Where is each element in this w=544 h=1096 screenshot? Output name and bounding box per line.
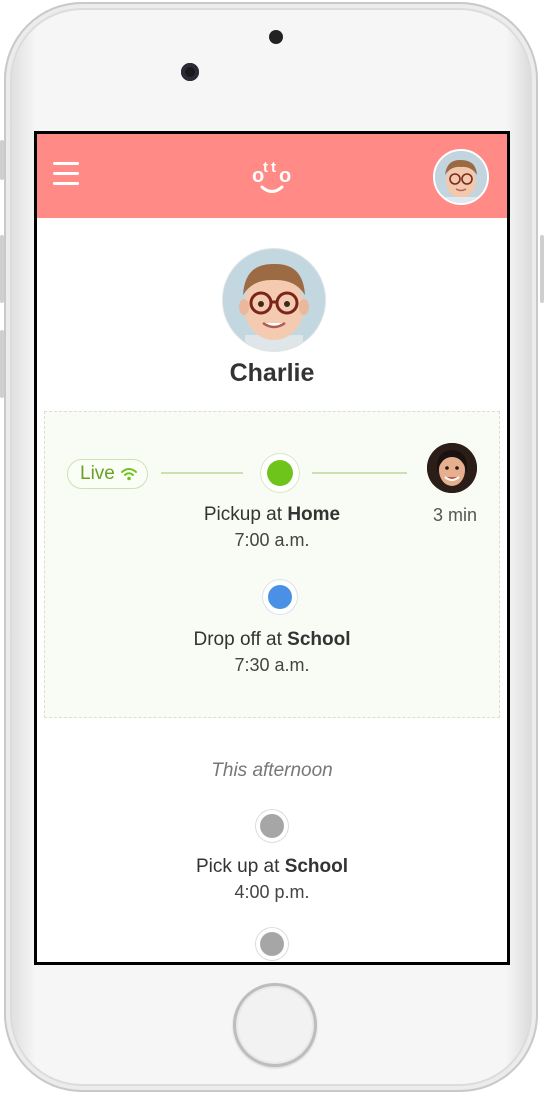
home-button[interactable] xyxy=(233,983,317,1067)
wifi-icon xyxy=(120,468,137,481)
child-name: Charlie xyxy=(229,359,315,387)
route-line xyxy=(312,472,407,474)
current-stop-marker xyxy=(261,454,299,492)
svg-text:t: t xyxy=(271,159,276,176)
stop-place: Home xyxy=(287,504,341,525)
menu-icon[interactable] xyxy=(53,162,81,186)
app-header: o t t o xyxy=(37,134,507,218)
live-badge: Live xyxy=(67,459,148,489)
future-stop-marker xyxy=(256,928,288,960)
camera-icon xyxy=(181,63,199,81)
route-line xyxy=(161,472,243,474)
live-badge-label: Live xyxy=(80,463,115,484)
section-heading: This afternoon xyxy=(211,760,333,781)
stop-prefix: Drop off at xyxy=(193,629,288,650)
stop-prefix: Pickup at xyxy=(203,504,288,525)
stop-title: Drop off at School xyxy=(45,629,499,651)
next-stop-marker xyxy=(263,580,297,614)
user-avatar[interactable] xyxy=(433,149,489,205)
power-button xyxy=(540,235,544,303)
stop-prefix: Pick up at xyxy=(195,856,285,877)
screen: o t t o Charlie Live Pickup at Home 7:00… xyxy=(34,131,510,965)
mute-switch xyxy=(0,140,4,180)
live-trip-card[interactable]: Live Pickup at Home 7:00 a.m. 3 min Drop… xyxy=(44,411,500,718)
otto-logo: o t t o xyxy=(252,159,291,193)
stop-place: School xyxy=(287,629,351,650)
future-stop-marker xyxy=(256,810,288,842)
volume-up-button xyxy=(0,235,4,303)
svg-text:o: o xyxy=(279,165,291,187)
stop-title: Pick up at School xyxy=(37,856,507,878)
stop-place: School xyxy=(284,856,349,877)
stop-time: 4:00 p.m. xyxy=(234,882,310,902)
volume-down-button xyxy=(0,330,4,398)
speaker-icon xyxy=(269,30,283,44)
stop-time: 7:30 a.m. xyxy=(234,655,310,675)
svg-text:t: t xyxy=(263,159,268,176)
driver-avatar[interactable] xyxy=(427,443,477,493)
driver-eta: 3 min xyxy=(432,505,477,525)
app-view: o t t o Charlie Live Pickup at Home 7:00… xyxy=(37,134,507,962)
child-avatar xyxy=(223,249,325,351)
stop-time: 7:00 a.m. xyxy=(234,530,310,550)
